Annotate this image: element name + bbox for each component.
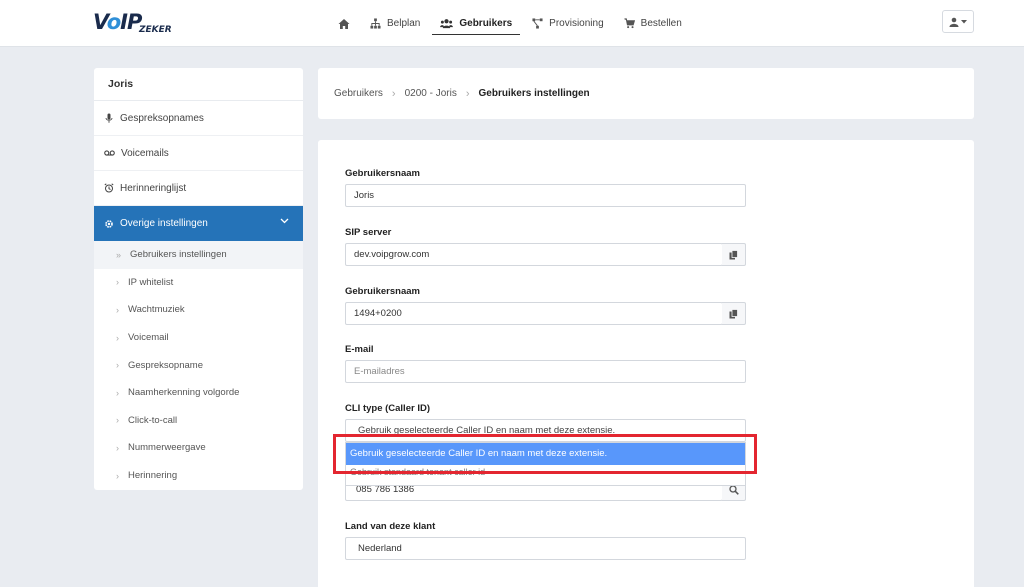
top-navbar: VoIP ZEKER Belplan Gebruikers Provisioni… xyxy=(0,0,1024,47)
cli-type-label: CLI type (Caller ID) xyxy=(345,403,430,414)
sidebar-item-overige-instellingen[interactable]: Overige instellingen xyxy=(94,206,303,241)
search-icon xyxy=(728,484,739,495)
breadcrumb-current: Gebruikers instellingen xyxy=(478,88,590,99)
breadcrumb-link-gebruikers[interactable]: Gebruikers xyxy=(334,88,383,99)
chevron-right-icon: › xyxy=(116,415,119,426)
sip-username-label: Gebruikersnaam xyxy=(345,286,420,297)
sidebar-item-label: Herinneringlijst xyxy=(120,182,187,194)
voicemail-icon xyxy=(104,150,115,156)
sidebar-subitem-label: Herinnering xyxy=(128,470,178,482)
voipzeker-logo[interactable]: VoIP ZEKER xyxy=(93,10,183,36)
sidebar-subitem-label: Click-to-call xyxy=(128,414,178,426)
copy-sip-username-button[interactable] xyxy=(722,302,746,325)
sidebar-item-label: Overige instellingen xyxy=(120,218,208,229)
nav-belplan-label: Belplan xyxy=(387,18,421,29)
country-select[interactable]: Nederland xyxy=(345,537,746,560)
caret-down-icon xyxy=(961,19,967,23)
country-label: Land van deze klant xyxy=(345,521,436,532)
nav-belplan[interactable]: Belplan xyxy=(362,0,428,47)
chevron-right-icon: › xyxy=(116,304,119,315)
country-selected: Nederland xyxy=(358,543,402,554)
sidebar-subitem-label: Gespreksopname xyxy=(128,359,203,371)
copy-sip-server-button[interactable] xyxy=(722,243,746,266)
cart-icon xyxy=(624,18,635,29)
logo-subtext: ZEKER xyxy=(139,25,172,35)
username-field[interactable]: Joris xyxy=(345,184,746,207)
chevron-right-icon: › xyxy=(391,87,396,100)
chevron-right-icon: › xyxy=(465,87,470,100)
users-icon xyxy=(440,19,454,29)
nav-gebruikers[interactable]: Gebruikers xyxy=(432,0,520,47)
sitemap-icon xyxy=(370,18,381,29)
nav-provisioning[interactable]: Provisioning xyxy=(524,0,611,47)
nav-bestellen[interactable]: Bestellen xyxy=(616,0,690,47)
microphone-icon xyxy=(105,113,113,123)
nav-home[interactable] xyxy=(330,0,358,47)
nav-bestellen-label: Bestellen xyxy=(640,18,682,29)
network-icon xyxy=(532,18,543,29)
sidebar-subitem-label: Voicemail xyxy=(128,332,169,344)
sidebar-title: Joris xyxy=(94,68,303,101)
sidebar-subitem-herinnering[interactable]: › Herinnering xyxy=(94,462,303,490)
chevron-right-icon: › xyxy=(116,442,119,453)
sidebar-subitem-label: IP whitelist xyxy=(128,276,174,288)
sidebar-subitem-gebruikers-instellingen[interactable]: » Gebruikers instellingen xyxy=(94,241,303,269)
sidebar-subitem-gespreksopname[interactable]: › Gespreksopname xyxy=(94,351,303,379)
home-icon xyxy=(338,18,350,29)
nav-gebruikers-label: Gebruikers xyxy=(459,18,513,29)
sidebar-subitem-voicemail[interactable]: › Voicemail xyxy=(94,324,303,352)
username-label: Gebruikersnaam xyxy=(345,168,420,179)
sidebar-item-label: Voicemails xyxy=(121,147,169,159)
sidebar-subitem-label: Naamherkenning volgorde xyxy=(128,387,240,399)
nav-provisioning-label: Provisioning xyxy=(549,18,604,29)
breadcrumb: Gebruikers › 0200 - Joris › Gebruikers i… xyxy=(318,68,974,119)
user-sidebar: Joris Gespreksopnames Voicemails Herinne… xyxy=(94,68,303,490)
sidebar-subitem-wachtmuziek[interactable]: › Wachtmuziek xyxy=(94,296,303,324)
chevron-right-icon: › xyxy=(116,387,119,398)
chevron-right-icon: › xyxy=(116,332,119,343)
chevron-right-icon: » xyxy=(116,249,122,260)
main-nav: Belplan Gebruikers Provisioning Bestelle… xyxy=(330,0,694,47)
copy-icon xyxy=(729,308,738,318)
email-field[interactable]: E-mailadres xyxy=(345,360,746,383)
copy-icon xyxy=(729,249,738,259)
sidebar-subitem-ip-whitelist[interactable]: › IP whitelist xyxy=(94,269,303,297)
gear-icon xyxy=(105,219,113,228)
sip-server-label: SIP server xyxy=(345,227,392,238)
sidebar-item-herinneringlijst[interactable]: Herinneringlijst xyxy=(94,171,303,206)
user-settings-form: Gebruikersnaam Joris SIP server dev.voip… xyxy=(318,140,974,587)
sidebar-subitem-naamherkenning-volgorde[interactable]: › Naamherkenning volgorde xyxy=(94,379,303,407)
user-menu-button[interactable] xyxy=(942,10,974,33)
sidebar-item-voicemails[interactable]: Voicemails xyxy=(94,136,303,171)
alarm-clock-icon xyxy=(104,183,114,193)
highlight-annotation-box xyxy=(333,434,757,474)
chevron-right-icon: › xyxy=(116,277,119,288)
sidebar-subitem-label: Nummerweergave xyxy=(128,442,206,454)
chevron-right-icon: › xyxy=(116,360,119,371)
chevron-right-icon: › xyxy=(116,470,119,481)
logo-wordmark: VoIP xyxy=(93,10,142,34)
sip-username-field[interactable]: 1494+0200 xyxy=(345,302,723,325)
sip-server-field[interactable]: dev.voipgrow.com xyxy=(345,243,723,266)
sidebar-item-gespreksopnames[interactable]: Gespreksopnames xyxy=(94,101,303,136)
breadcrumb-link-user[interactable]: 0200 - Joris xyxy=(405,88,457,99)
user-icon xyxy=(949,17,959,27)
sidebar-subitem-label: Gebruikers instellingen xyxy=(130,249,227,261)
sidebar-item-label: Gespreksopnames xyxy=(120,112,204,124)
sidebar-subitem-nummerweergave[interactable]: › Nummerweergave xyxy=(94,434,303,462)
email-label: E-mail xyxy=(345,344,374,355)
chevron-down-icon xyxy=(280,218,289,224)
sidebar-subitem-click-to-call[interactable]: › Click-to-call xyxy=(94,407,303,435)
sidebar-subitem-label: Wachtmuziek xyxy=(128,304,185,316)
